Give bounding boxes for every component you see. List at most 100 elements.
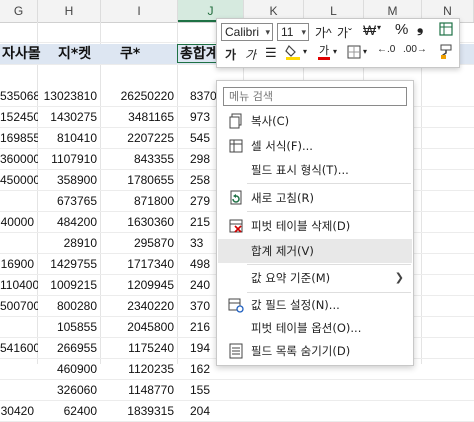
cell-J[interactable]: 298 [178, 149, 216, 169]
cell-J[interactable]: 545 [178, 128, 216, 148]
cell-G[interactable]: 110400 [0, 275, 38, 295]
header-cell-coupang[interactable]: 쿠* [120, 44, 160, 64]
cell-H[interactable]: 28910 [38, 233, 101, 253]
font-name-combo[interactable]: Calibri ▾ [221, 23, 273, 41]
cell-I[interactable]: 1630360 [101, 212, 178, 232]
cell-G[interactable]: 500700 [0, 296, 38, 316]
cell-J[interactable]: 8370 [178, 86, 216, 106]
increase-decimal-button[interactable]: ←.0 [377, 44, 395, 55]
cell-G[interactable] [0, 359, 38, 379]
cell-I[interactable]: 295870 [101, 233, 178, 253]
cell-J[interactable]: 279 [178, 191, 216, 211]
cell-J[interactable]: 973 [178, 107, 216, 127]
pivot-layout-button[interactable] [439, 22, 453, 39]
cell-G[interactable]: 1524500 [0, 107, 38, 127]
cell-I[interactable]: 1839315 [101, 401, 178, 421]
menu-item-summarize-values-by[interactable]: 값 요약 기준(M) ❯ [218, 266, 412, 290]
cell-J[interactable]: 215 [178, 212, 216, 232]
cell-H[interactable]: 105855 [38, 317, 101, 337]
cell-I[interactable]: 1175240 [101, 338, 178, 358]
cell-H[interactable]: 1429755 [38, 254, 101, 274]
borders-button[interactable] [347, 45, 361, 62]
cell-H[interactable]: 358900 [38, 170, 101, 190]
font-color-button[interactable]: 가 [317, 43, 331, 64]
cell-I[interactable]: 1120235 [101, 359, 178, 379]
cell-J[interactable]: 240 [178, 275, 216, 295]
bold-button[interactable]: 가 [225, 46, 236, 63]
header-cell-gmarket[interactable]: 지*켓 [58, 44, 102, 64]
cell-I[interactable]: 843355 [101, 149, 178, 169]
cell-G[interactable] [0, 233, 38, 253]
menu-search-input[interactable]: 메뉴 검색 [223, 87, 407, 106]
cell-G[interactable]: 450000 [0, 170, 38, 190]
column-header-G[interactable]: G [0, 0, 38, 22]
menu-item-remove-grand-total[interactable]: 합계 제거(V) [218, 239, 412, 263]
cell-H[interactable]: 484200 [38, 212, 101, 232]
cell-J[interactable]: 370 [178, 296, 216, 316]
cell-G[interactable]: 40000 [0, 212, 38, 232]
cell-G[interactable] [0, 380, 38, 400]
cell-J[interactable]: 33 [178, 233, 216, 253]
cell-I[interactable]: 1780655 [101, 170, 178, 190]
format-painter-button[interactable] [439, 44, 453, 63]
cell-I[interactable]: 1148770 [101, 380, 178, 400]
cell-J[interactable]: 498 [178, 254, 216, 274]
cell-H[interactable]: 810410 [38, 128, 101, 148]
menu-item-delete-pivot[interactable]: 피벗 테이블 삭제(D) [218, 214, 412, 238]
cell-G[interactable]: 541600 [0, 338, 38, 358]
decrease-decimal-button[interactable]: .00→ [403, 44, 427, 55]
cell-H[interactable]: 13023810 [38, 86, 101, 106]
menu-item-format-cells[interactable]: 셀 서식(F)... [218, 134, 412, 158]
shrink-font-button[interactable]: 가ˇ [337, 24, 352, 41]
currency-format-button[interactable]: ₩ [363, 22, 376, 38]
comma-style-button[interactable]: ❟ [417, 19, 423, 37]
cell-J[interactable]: 162 [178, 359, 216, 379]
cell-G[interactable] [0, 191, 38, 211]
grow-font-button[interactable]: 가^ [315, 24, 332, 41]
header-cell-jasamol[interactable]: 자사몰 [2, 44, 52, 64]
italic-button[interactable]: 가 [245, 46, 256, 63]
cell-G[interactable]: 169855 [0, 128, 38, 148]
cell-G[interactable]: 5350680 [0, 86, 38, 106]
align-center-button[interactable]: ☰ [265, 45, 277, 61]
percent-button[interactable]: % [395, 21, 408, 38]
currency-dropdown[interactable]: ▾ [377, 23, 381, 32]
cell-H[interactable]: 1009215 [38, 275, 101, 295]
menu-item-hide-field-list[interactable]: 필드 목록 숨기기(D) [218, 339, 412, 363]
cell-G[interactable]: 16900 [0, 254, 38, 274]
cell-J[interactable]: 258 [178, 170, 216, 190]
menu-item-copy[interactable]: 복사(C) [218, 109, 412, 133]
borders-dropdown[interactable]: ▾ [363, 47, 367, 56]
cell-J[interactable]: 204 [178, 401, 216, 421]
cell-H[interactable]: 673765 [38, 191, 101, 211]
menu-item-value-field-settings[interactable]: 값 필드 설정(N)... [218, 293, 412, 317]
cell-G[interactable]: 360000 [0, 149, 38, 169]
fill-color-button[interactable] [285, 43, 301, 64]
cell-H[interactable]: 266955 [38, 338, 101, 358]
fill-color-dropdown[interactable]: ▾ [303, 47, 307, 56]
font-color-dropdown[interactable]: ▾ [333, 47, 337, 56]
cell-I[interactable]: 1717340 [101, 254, 178, 274]
cell-I[interactable]: 3481165 [101, 107, 178, 127]
column-header-H[interactable]: H [38, 0, 101, 22]
cell-H[interactable]: 460900 [38, 359, 101, 379]
cell-H[interactable]: 800280 [38, 296, 101, 316]
menu-item-refresh[interactable]: 새로 고침(R) [218, 186, 412, 210]
font-size-combo[interactable]: 11 ▾ [277, 23, 309, 41]
cell-I[interactable]: 26250220 [101, 86, 178, 106]
cell-H[interactable]: 326060 [38, 380, 101, 400]
cell-I[interactable]: 2207225 [101, 128, 178, 148]
cell-I[interactable]: 1209945 [101, 275, 178, 295]
cell-I[interactable]: 2045800 [101, 317, 178, 337]
cell-I[interactable]: 2340220 [101, 296, 178, 316]
cell-J[interactable]: 216 [178, 317, 216, 337]
cell-H[interactable]: 1430275 [38, 107, 101, 127]
cell-J[interactable]: 155 [178, 380, 216, 400]
cell-H[interactable]: 1107910 [38, 149, 101, 169]
cell-I[interactable]: 871800 [101, 191, 178, 211]
cell-G[interactable]: 30420 [0, 401, 38, 421]
column-header-I[interactable]: I [101, 0, 178, 22]
cell-G[interactable] [0, 317, 38, 337]
cell-H[interactable]: 62400 [38, 401, 101, 421]
cell-J[interactable]: 194 [178, 338, 216, 358]
